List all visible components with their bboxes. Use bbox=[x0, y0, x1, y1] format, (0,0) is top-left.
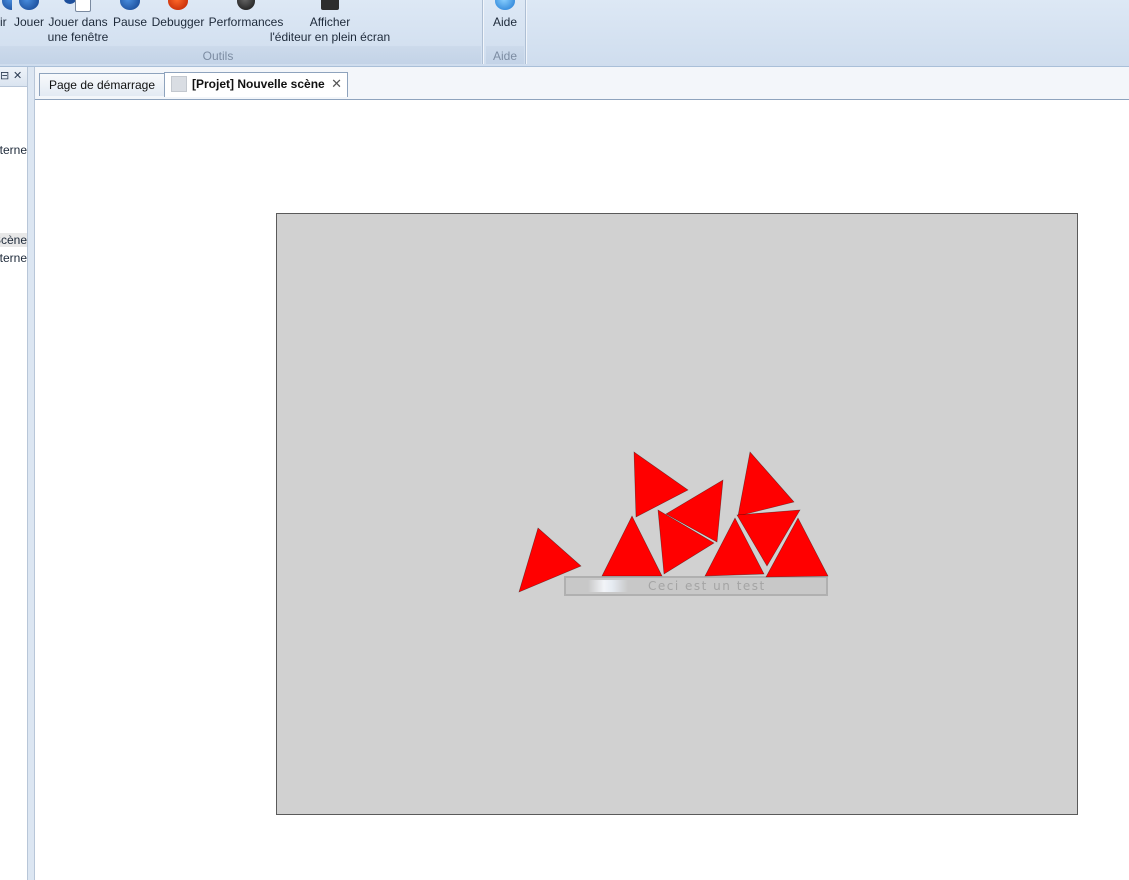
triangle-object[interactable] bbox=[737, 451, 795, 517]
scene-objects bbox=[518, 451, 829, 593]
triangle-object[interactable] bbox=[518, 527, 582, 593]
triangle-object[interactable] bbox=[601, 515, 663, 577]
